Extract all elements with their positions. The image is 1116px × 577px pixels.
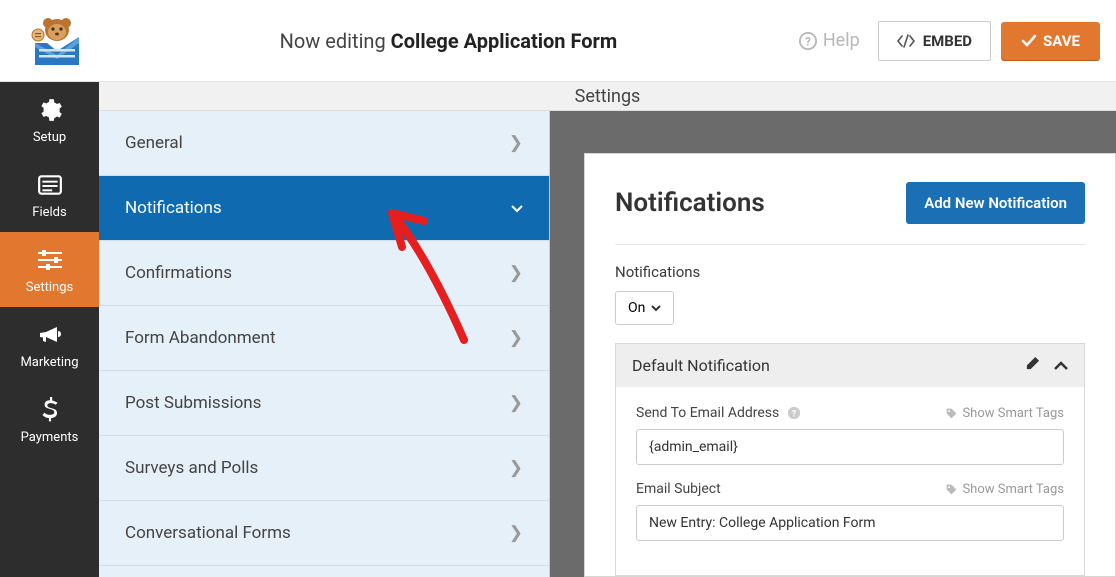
- settings-item-form-abandonment[interactable]: Form Abandonment ❯: [99, 306, 549, 371]
- sidenav-item-payments[interactable]: Payments: [0, 382, 99, 457]
- chevron-right-icon: ❯: [509, 523, 523, 543]
- show-smart-tags-link[interactable]: Show Smart Tags: [945, 482, 1064, 497]
- embed-button[interactable]: EMBED: [878, 21, 991, 61]
- settings-item-confirmations[interactable]: Confirmations ❯: [99, 241, 549, 306]
- help-icon[interactable]: ?: [787, 406, 801, 420]
- check-icon: [1021, 34, 1037, 48]
- send-to-label: Send To Email Address: [636, 405, 779, 421]
- embed-icon: [897, 34, 915, 48]
- app-logo[interactable]: [16, 15, 98, 67]
- add-notification-button[interactable]: Add New Notification: [906, 182, 1085, 224]
- settings-item-notifications[interactable]: Notifications: [99, 176, 549, 241]
- chevron-right-icon: ❯: [509, 328, 523, 348]
- svg-text:?: ?: [792, 410, 797, 420]
- svg-text:?: ?: [805, 34, 811, 48]
- sliders-icon: [0, 246, 99, 274]
- bullhorn-icon: [0, 321, 99, 349]
- sidenav-item-fields[interactable]: Fields: [0, 157, 99, 232]
- help-icon: ?: [799, 32, 817, 50]
- chevron-down-icon: [511, 198, 523, 218]
- sidenav-item-settings[interactable]: Settings: [0, 232, 99, 307]
- email-subject-input[interactable]: [636, 505, 1064, 541]
- settings-item-general[interactable]: General ❯: [99, 111, 549, 176]
- settings-item-surveys-polls[interactable]: Surveys and Polls ❯: [99, 436, 549, 501]
- chevron-right-icon: ❯: [509, 263, 523, 283]
- chevron-right-icon: ❯: [509, 133, 523, 153]
- panel-title: Settings: [99, 82, 1116, 111]
- sidenav-item-marketing[interactable]: Marketing: [0, 307, 99, 382]
- chevron-right-icon: ❯: [509, 393, 523, 413]
- send-to-email-input[interactable]: [636, 429, 1064, 465]
- dollar-icon: [0, 396, 99, 424]
- sidenav-item-setup[interactable]: Setup: [0, 82, 99, 157]
- collapse-icon[interactable]: [1054, 356, 1068, 375]
- form-name: College Application Form: [391, 29, 618, 53]
- settings-item-conversational-forms[interactable]: Conversational Forms ❯: [99, 501, 549, 566]
- notifications-toggle-label: Notifications: [615, 263, 1085, 281]
- sidenav: Setup Fields Settings Marketing Payments: [0, 82, 99, 577]
- edit-icon[interactable]: [1025, 356, 1040, 375]
- notification-block-title: Default Notification: [632, 356, 770, 375]
- list-icon: [0, 171, 99, 199]
- notifications-toggle[interactable]: On: [615, 291, 674, 325]
- editor-title: Notifications: [615, 188, 765, 218]
- tag-icon: [945, 483, 958, 496]
- email-subject-label: Email Subject: [636, 481, 721, 497]
- settings-item-post-submissions[interactable]: Post Submissions ❯: [99, 371, 549, 436]
- notification-block: Default Notification Send To Email Addr: [615, 343, 1085, 576]
- editing-label: Now editing College Application Form: [98, 29, 799, 53]
- chevron-down-icon: [651, 305, 661, 312]
- tag-icon: [945, 407, 958, 420]
- show-smart-tags-link[interactable]: Show Smart Tags: [945, 406, 1064, 421]
- help-link[interactable]: ? Help: [799, 30, 860, 51]
- editing-prefix: Now editing: [280, 29, 386, 53]
- chevron-right-icon: ❯: [509, 458, 523, 478]
- save-button[interactable]: SAVE: [1001, 22, 1100, 60]
- gear-icon: [0, 96, 99, 124]
- settings-submenu: General ❯ Notifications Confirmations ❯ …: [99, 111, 550, 577]
